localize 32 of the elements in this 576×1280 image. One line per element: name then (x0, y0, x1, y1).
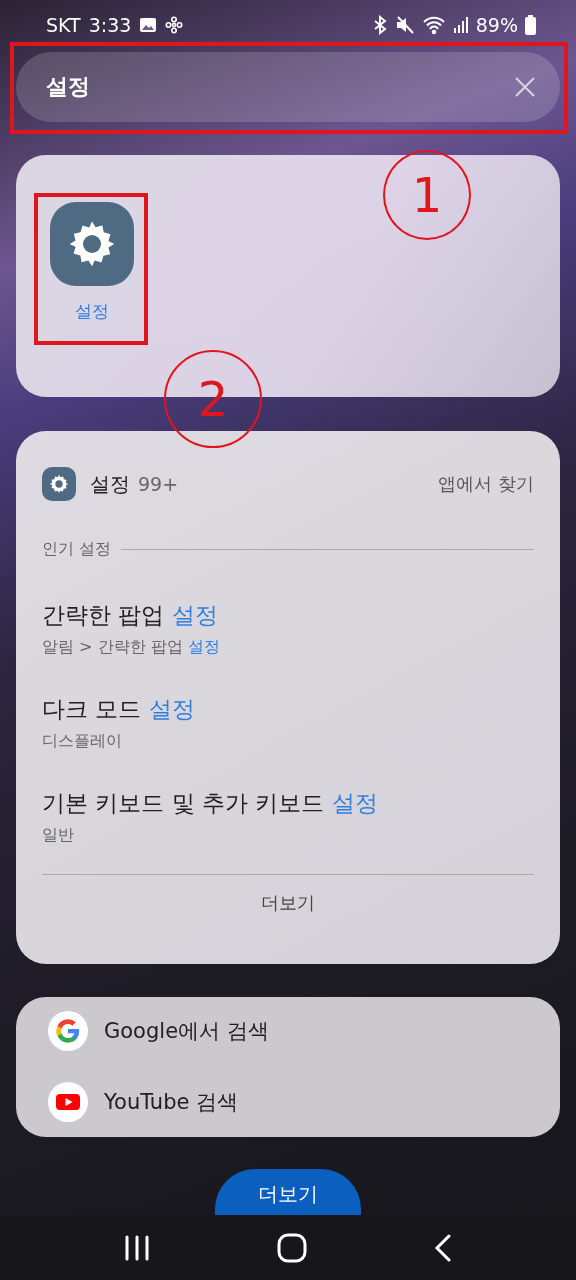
setting-path: 일반 (42, 825, 75, 846)
clock: 3:33 (88, 14, 132, 36)
back-icon[interactable] (433, 1233, 453, 1262)
settings-app-icon[interactable] (50, 202, 134, 286)
more-button[interactable]: 더보기 (215, 1169, 361, 1215)
setting-path: 디스플레이 (42, 731, 123, 752)
setting-result[interactable]: 기본 키보드 및 추가 키보드 설정 (42, 788, 534, 819)
flower-icon (165, 16, 184, 34)
home-icon[interactable] (277, 1232, 307, 1263)
setting-result[interactable]: 다크 모드 설정 (42, 694, 534, 725)
carrier: SKT (46, 14, 81, 36)
signal-icon (452, 16, 469, 34)
setting-path: 알림 > 간략한 팝업 설정 (42, 637, 221, 658)
settings-icon (42, 467, 76, 501)
mute-icon (394, 15, 415, 35)
more-link[interactable]: 더보기 (261, 891, 315, 915)
section-title: 인기 설정 (42, 539, 112, 560)
annotation-number: 1 (383, 150, 471, 240)
recents-icon[interactable] (123, 1233, 151, 1262)
web-search-option[interactable]: YouTube 검색 (104, 1088, 239, 1116)
play-icon (48, 1082, 88, 1122)
battery-level: 89% (475, 14, 518, 36)
wifi-icon (421, 15, 446, 35)
web-search-option[interactable]: Google에서 검색 (104, 1017, 269, 1045)
result-count: 99+ (138, 473, 179, 495)
close-icon[interactable] (514, 76, 536, 98)
find-in-app-link[interactable]: 앱에서 찾기 (438, 472, 534, 496)
google-g-icon (48, 1011, 88, 1051)
image-icon (139, 17, 158, 33)
result-source-title: 설정 (90, 470, 130, 498)
setting-result[interactable]: 간략한 팝업 설정 (42, 600, 534, 631)
battery-icon (525, 15, 536, 35)
